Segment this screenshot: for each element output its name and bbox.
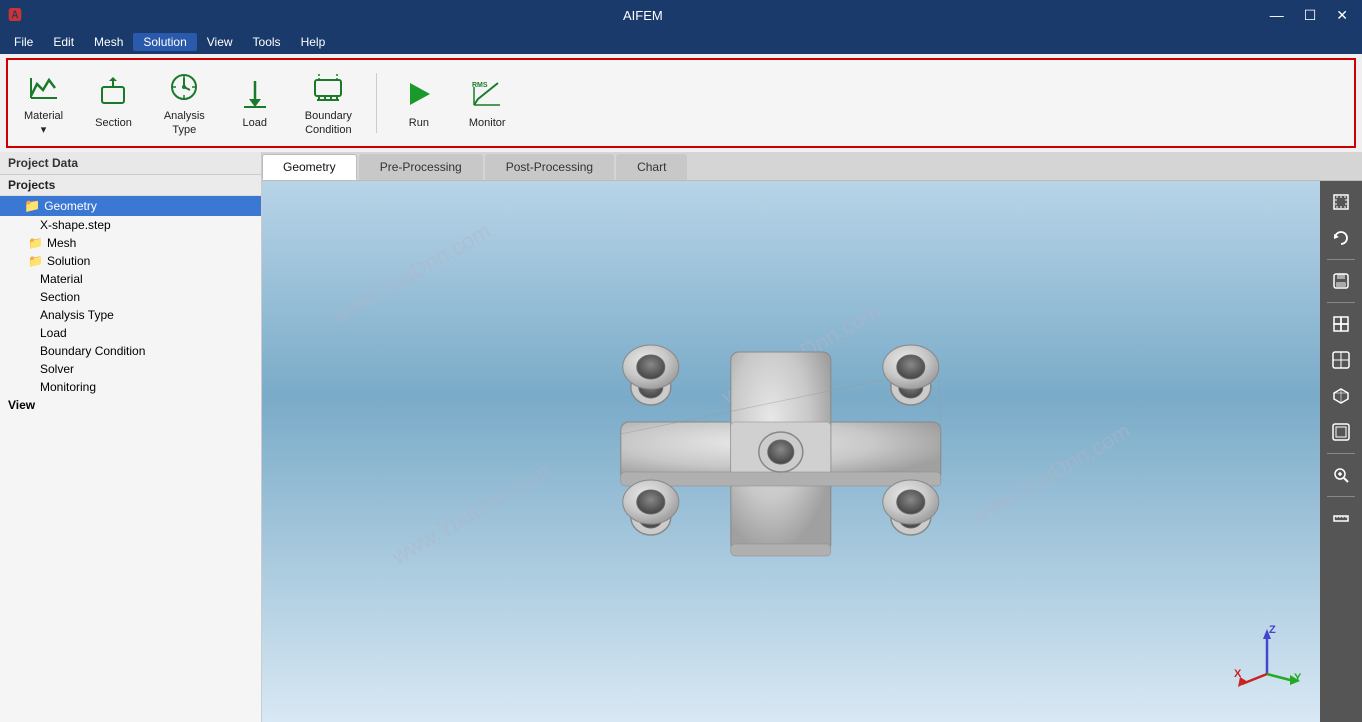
- tree-item-xshape[interactable]: X-shape.step: [0, 216, 261, 234]
- load-label: Load: [243, 116, 267, 130]
- toolbar-material[interactable]: Material▾: [16, 65, 71, 142]
- axes-indicator: Z X Y: [1232, 619, 1302, 692]
- mesh-label: Mesh: [47, 236, 76, 250]
- toolbar-section[interactable]: Section: [87, 72, 140, 134]
- solution-label: Solution: [47, 254, 90, 268]
- toolbar-analysis-type[interactable]: AnalysisType: [156, 65, 213, 142]
- titlebar: 🅰 AIFEM — ☐ ✕: [0, 0, 1362, 30]
- svg-text:Y: Y: [1294, 672, 1302, 684]
- 3d-model: [521, 312, 1041, 592]
- watermark-1: www.YuuDnn.com: [327, 218, 495, 330]
- tree-item-monitoring[interactable]: Monitoring: [0, 378, 261, 396]
- analysis-type-icon: [166, 69, 202, 105]
- section-label: Section: [95, 116, 132, 130]
- menu-help[interactable]: Help: [291, 33, 336, 51]
- projects-header: Projects: [0, 175, 261, 196]
- tab-pre-processing[interactable]: Pre-Processing: [359, 154, 483, 180]
- rt-btn-view[interactable]: [1324, 343, 1358, 377]
- tab-post-processing[interactable]: Post-Processing: [485, 154, 614, 180]
- tree-item-geometry[interactable]: 📁 Geometry: [0, 196, 261, 216]
- menu-mesh[interactable]: Mesh: [84, 33, 133, 51]
- rt-btn-box[interactable]: [1324, 307, 1358, 341]
- geometry-label: Geometry: [44, 199, 97, 213]
- section-icon: [95, 76, 131, 112]
- rt-btn-cube[interactable]: [1324, 379, 1358, 413]
- panel-header: Project Data: [0, 152, 261, 175]
- material-icon: [26, 69, 62, 105]
- boundary-condition-label: BoundaryCondition: [305, 109, 352, 138]
- svg-text:X: X: [1234, 668, 1242, 680]
- menu-tools[interactable]: Tools: [243, 33, 291, 51]
- minimize-button[interactable]: —: [1264, 7, 1290, 24]
- app-title: AIFEM: [22, 8, 1264, 23]
- maximize-button[interactable]: ☐: [1298, 7, 1323, 24]
- rt-btn-save[interactable]: [1324, 264, 1358, 298]
- toolbar-monitor[interactable]: RMS Monitor: [461, 72, 514, 134]
- right-content: Geometry Pre-Processing Post-Processing …: [262, 152, 1362, 722]
- tab-geometry[interactable]: Geometry: [262, 154, 357, 180]
- rt-sep-3: [1327, 453, 1355, 454]
- menubar: File Edit Mesh Solution View Tools Help: [0, 30, 1362, 54]
- toolbar: Material▾ Section AnalysisType: [6, 58, 1356, 148]
- tabs: Geometry Pre-Processing Post-Processing …: [262, 152, 1362, 181]
- menu-view[interactable]: View: [197, 33, 243, 51]
- rt-btn-1[interactable]: [1324, 185, 1358, 219]
- tree-item-solver[interactable]: Solver: [0, 360, 261, 378]
- rt-sep-4: [1327, 496, 1355, 497]
- toolbar-separator: [376, 73, 377, 133]
- rt-sep-1: [1327, 259, 1355, 260]
- close-button[interactable]: ✕: [1330, 7, 1354, 24]
- tree-item-load[interactable]: Load: [0, 324, 261, 342]
- load-icon: [237, 76, 273, 112]
- rt-btn-ruler[interactable]: [1324, 501, 1358, 535]
- geometry-folder-icon: 📁: [24, 198, 40, 214]
- material-label: Material▾: [24, 109, 63, 138]
- tree-item-solution[interactable]: 📁 Solution: [0, 252, 261, 270]
- toolbar-boundary-condition[interactable]: BoundaryCondition: [297, 65, 360, 142]
- tree-item-material[interactable]: Material: [0, 270, 261, 288]
- monitor-label: Monitor: [469, 116, 506, 130]
- viewport: www.YuuDnn.com www.YuuDnn.com www.YuuDnn…: [262, 181, 1362, 722]
- window-controls: — ☐ ✕: [1264, 7, 1354, 24]
- tree-item-mesh[interactable]: 📁 Mesh: [0, 234, 261, 252]
- right-toolbar: [1320, 181, 1362, 722]
- toolbar-load[interactable]: Load: [229, 72, 281, 134]
- rt-sep-2: [1327, 302, 1355, 303]
- left-panel: Project Data Projects 📁 Geometry X-shape…: [0, 152, 262, 722]
- menu-file[interactable]: File: [4, 33, 43, 51]
- menu-edit[interactable]: Edit: [43, 33, 84, 51]
- rt-btn-zoom[interactable]: [1324, 458, 1358, 492]
- main-layout: Project Data Projects 📁 Geometry X-shape…: [0, 152, 1362, 722]
- analysis-type-label: AnalysisType: [164, 109, 205, 138]
- rt-btn-frame[interactable]: [1324, 415, 1358, 449]
- viewport-background: www.YuuDnn.com www.YuuDnn.com www.YuuDnn…: [262, 181, 1362, 722]
- tree-item-view[interactable]: View: [0, 396, 261, 414]
- solution-folder-icon: 📁: [28, 254, 43, 268]
- tab-chart[interactable]: Chart: [616, 154, 687, 180]
- boundary-condition-icon: [310, 69, 346, 105]
- monitor-icon: RMS: [469, 76, 505, 112]
- tree-item-section[interactable]: Section: [0, 288, 261, 306]
- run-label: Run: [409, 116, 429, 130]
- svg-text:Z: Z: [1269, 624, 1276, 636]
- menu-solution[interactable]: Solution: [133, 33, 196, 51]
- app-icon: 🅰: [8, 5, 22, 25]
- tree-item-boundary-condition[interactable]: Boundary Condition: [0, 342, 261, 360]
- run-icon: [401, 76, 437, 112]
- mesh-folder-icon: 📁: [28, 236, 43, 250]
- tree-item-analysis-type[interactable]: Analysis Type: [0, 306, 261, 324]
- rt-btn-refresh[interactable]: [1324, 221, 1358, 255]
- toolbar-run[interactable]: Run: [393, 72, 445, 134]
